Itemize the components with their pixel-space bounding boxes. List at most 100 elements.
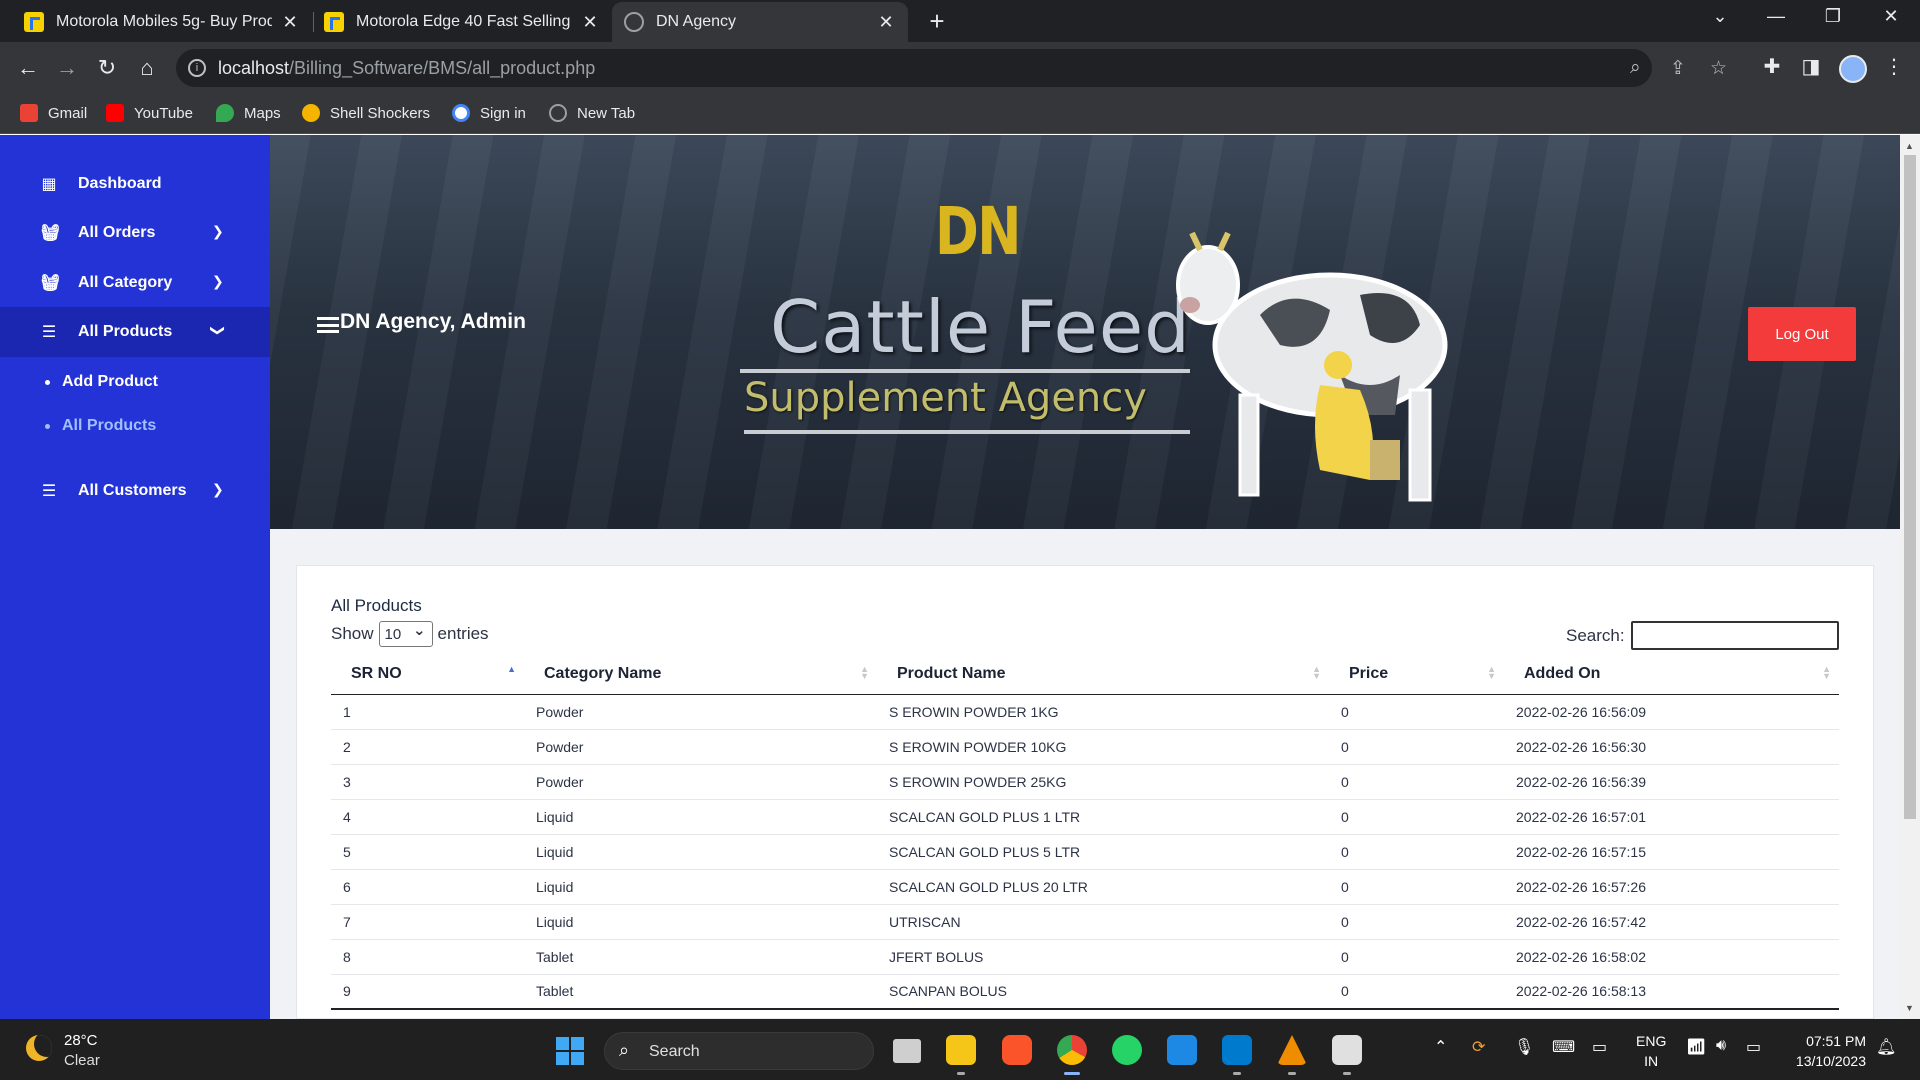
clock[interactable]: 07:51 PM 13/10/2023 xyxy=(1786,1031,1866,1071)
chrome-icon[interactable] xyxy=(1057,1035,1087,1065)
browser-tab-3-active[interactable]: DN Agency ✕ xyxy=(612,2,908,42)
chevron-up-icon[interactable]: ⌃ xyxy=(1434,1037,1447,1057)
moon-icon xyxy=(26,1035,52,1061)
bookmarks-bar: Gmail YouTube Maps Shell Shockers Sign i… xyxy=(0,96,1920,134)
file-explorer-icon[interactable] xyxy=(946,1035,976,1065)
photos-icon[interactable] xyxy=(1332,1035,1362,1065)
back-icon[interactable]: ← xyxy=(14,55,42,81)
scroll-down-arrow-icon[interactable]: ▼ xyxy=(1905,1003,1914,1013)
vlc-icon[interactable] xyxy=(1277,1035,1307,1065)
address-bar[interactable]: i localhost/Billing_Software/BMS/all_pro… xyxy=(176,49,1727,87)
cell-sr: 7 xyxy=(331,904,524,940)
bookmark-gmail[interactable]: Gmail xyxy=(20,104,87,122)
search-input[interactable] xyxy=(1631,621,1839,650)
whatsapp-icon[interactable] xyxy=(1112,1035,1142,1065)
column-header-added-on[interactable]: Added On ▲ ▼ xyxy=(1504,654,1839,695)
zoom-icon[interactable]: ⌕ xyxy=(1630,57,1641,79)
close-tab-icon[interactable]: ✕ xyxy=(280,12,300,33)
card-title: All Products xyxy=(331,596,422,615)
chevron-right-icon: ❯ xyxy=(212,273,224,289)
keyboard-icon[interactable]: ⌨ xyxy=(1552,1037,1575,1057)
bookmark-youtube[interactable]: YouTube xyxy=(106,104,193,122)
page-scrollbar[interactable]: ▲ ▼ xyxy=(1900,135,1920,1019)
mail-icon[interactable] xyxy=(1167,1035,1197,1065)
sidebar-subitem-add-product[interactable]: Add Product xyxy=(45,373,158,391)
scrollbar-thumb[interactable] xyxy=(1904,155,1916,819)
sidebar-item-all-customers[interactable]: ☰ All Customers ❯ xyxy=(0,466,270,516)
scroll-up-arrow-icon[interactable]: ▲ xyxy=(1905,141,1914,151)
tab-search-icon[interactable]: ⌄ xyxy=(1700,6,1740,27)
cell-added-on: 2022-02-26 16:57:15 xyxy=(1504,834,1839,870)
sidebar: ▦ Dashboard 🧺︎ All Orders ❯ 🧺︎ All Categ… xyxy=(0,135,270,1019)
cell-category: Tablet xyxy=(524,939,877,975)
extensions-icon[interactable]: ✚ xyxy=(1758,54,1786,79)
profile-avatar[interactable] xyxy=(1839,55,1867,83)
notification-bell-icon[interactable]: 🔔︎ xyxy=(1876,1037,1896,1057)
language-indicator[interactable]: ENG IN xyxy=(1636,1031,1666,1071)
browser-tab-2[interactable]: Motorola Edge 40 Fast Selling Fl ✕ xyxy=(312,2,612,42)
menu-icon[interactable]: ⋮ xyxy=(1880,54,1908,79)
gmail-icon xyxy=(20,104,38,122)
battery-icon[interactable]: ▭ xyxy=(1746,1037,1761,1057)
table-row: 6 Liquid SCALCAN GOLD PLUS 20 LTR 0 2022… xyxy=(331,869,1839,905)
close-window-icon[interactable]: ✕ xyxy=(1871,6,1911,27)
cell-added-on: 2022-02-26 16:57:26 xyxy=(1504,869,1839,905)
youtube-icon xyxy=(106,104,124,122)
close-tab-icon[interactable]: ✕ xyxy=(876,12,896,33)
cell-price: 0 xyxy=(1329,939,1504,975)
sidebar-subitem-all-products[interactable]: All Products xyxy=(45,417,156,435)
sidebar-item-dashboard[interactable]: ▦ Dashboard xyxy=(0,159,270,209)
bookmark-star-icon[interactable]: ☆ xyxy=(1710,57,1727,80)
start-button[interactable] xyxy=(556,1037,584,1065)
brave-browser-icon[interactable] xyxy=(1002,1035,1032,1065)
side-panel-icon[interactable]: ◨ xyxy=(1797,54,1825,79)
products-table: SR NO ▲ Category Name ▲ ▼ Product Name ▲ ▼… xyxy=(331,654,1839,1010)
url-text[interactable]: localhost/Billing_Software/BMS/all_produ… xyxy=(218,58,595,79)
bookmark-maps[interactable]: Maps xyxy=(216,104,281,122)
cell-added-on: 2022-02-26 16:57:42 xyxy=(1504,904,1839,940)
table-row: 1 Powder S EROWIN POWDER 1KG 0 2022-02-2… xyxy=(331,694,1839,730)
bookmark-new-tab[interactable]: New Tab xyxy=(549,104,635,122)
cell-category: Powder xyxy=(524,729,877,765)
close-tab-icon[interactable]: ✕ xyxy=(580,12,600,33)
column-header-price[interactable]: Price ▲ ▼ xyxy=(1329,654,1504,695)
microphone-icon[interactable]: 🎙︎ xyxy=(1514,1037,1534,1057)
flipkart-icon xyxy=(324,12,344,32)
search-icon: ⌕ xyxy=(619,1040,630,1060)
sidebar-item-all-category[interactable]: 🧺︎ All Category ❯ xyxy=(0,258,270,308)
sync-icon[interactable]: ⟳ xyxy=(1472,1037,1485,1057)
cell-category: Liquid xyxy=(524,834,877,870)
restore-icon[interactable]: ❐ xyxy=(1813,6,1853,27)
list-icon: ☰ xyxy=(41,483,57,500)
sidebar-item-all-orders[interactable]: 🧺︎ All Orders ❯ xyxy=(0,208,270,258)
forward-icon[interactable]: → xyxy=(53,55,81,81)
display-icon[interactable]: ▭ xyxy=(1592,1037,1607,1057)
sidebar-item-all-products[interactable]: ☰ All Products ❯ xyxy=(0,307,270,357)
cell-product: SCALCAN GOLD PLUS 1 LTR xyxy=(877,799,1329,835)
cell-product: SCALCAN GOLD PLUS 20 LTR xyxy=(877,869,1329,905)
cell-price: 0 xyxy=(1329,729,1504,765)
site-info-icon[interactable]: i xyxy=(188,59,206,77)
cell-product: S EROWIN POWDER 1KG xyxy=(877,694,1329,730)
logout-button[interactable]: Log Out xyxy=(1748,307,1856,361)
taskbar-search[interactable]: ⌕ Search xyxy=(604,1032,874,1070)
cell-product: SCALCAN GOLD PLUS 5 LTR xyxy=(877,834,1329,870)
vscode-icon[interactable] xyxy=(1222,1035,1252,1065)
column-header-product-name[interactable]: Product Name ▲ ▼ xyxy=(877,654,1329,695)
share-icon[interactable]: ⇪ xyxy=(1670,57,1686,80)
new-tab-button[interactable]: + xyxy=(922,6,952,37)
reload-icon[interactable]: ↻ xyxy=(93,55,121,81)
task-view-icon[interactable] xyxy=(893,1039,921,1063)
cell-sr: 5 xyxy=(331,834,524,870)
entries-select[interactable]: 10 xyxy=(378,621,433,647)
home-icon[interactable]: ⌂ xyxy=(133,55,161,81)
bookmark-shell-shockers[interactable]: Shell Shockers xyxy=(302,104,430,122)
browser-tab-1[interactable]: Motorola Mobiles 5g- Buy Produ ✕ xyxy=(12,2,312,42)
wifi-icon[interactable]: 📶︎ xyxy=(1686,1037,1706,1057)
hamburger-menu-icon[interactable] xyxy=(317,317,339,333)
column-header-sr-no[interactable]: SR NO ▲ xyxy=(331,654,524,695)
column-header-category-name[interactable]: Category Name ▲ ▼ xyxy=(524,654,877,695)
minimize-icon[interactable]: — xyxy=(1756,6,1796,27)
bookmark-sign-in[interactable]: Sign in xyxy=(452,104,526,122)
volume-icon[interactable]: 🔊︎ xyxy=(1716,1037,1726,1055)
